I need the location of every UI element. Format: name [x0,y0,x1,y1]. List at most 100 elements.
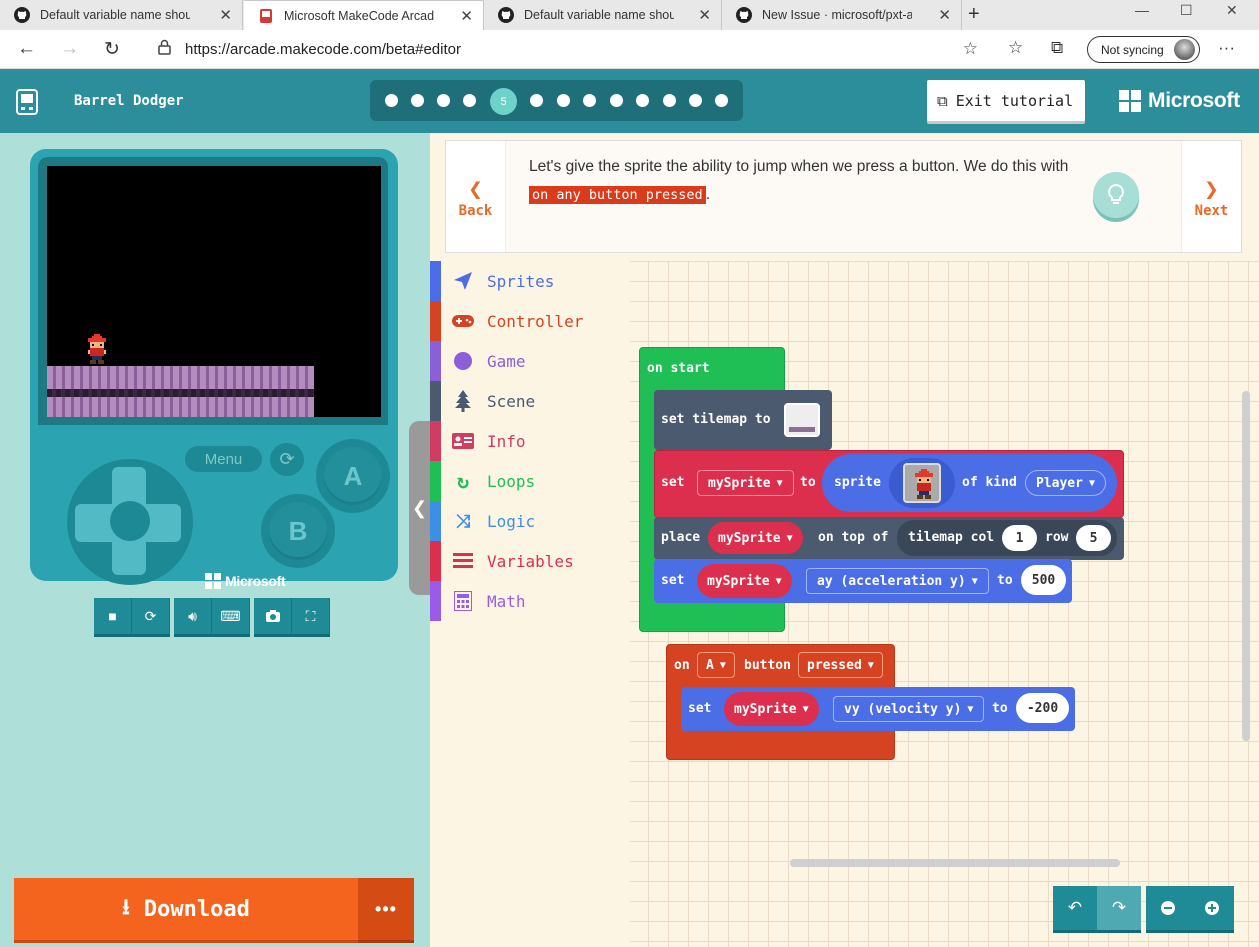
favorites-icon[interactable]: ☆ [1008,38,1023,58]
horizontal-scrollbar[interactable] [790,859,1120,867]
keyboard-icon[interactable]: ⌨ [212,598,250,634]
step-dot[interactable] [663,94,676,107]
a-button[interactable]: A [316,439,390,513]
variable-dropdown[interactable]: mySprite ▼ [697,470,794,496]
vy-value-field[interactable]: -200 [1016,693,1069,723]
property-dropdown[interactable]: vy (velocity y) ▼ [833,696,985,722]
step-dot[interactable] [610,94,623,107]
fullscreen-icon[interactable]: ⛶ [292,598,330,634]
favorite-star-icon[interactable]: ☆ [963,39,978,59]
browser-tab-4[interactable]: New Issue · microsoft/pxt-arcade ✕ [722,0,962,30]
property-dropdown[interactable]: ay (acceleration y) ▼ [806,568,989,594]
undo-icon[interactable]: ↶ [1053,886,1097,930]
browser-tab-1[interactable]: Default variable name should sh ✕ [0,0,243,30]
kind-dropdown[interactable]: Player ▼ [1025,470,1106,496]
blocks-workspace[interactable]: on start set tilemap to set mySprite ▼ to… [630,261,1259,947]
step-dot[interactable] [715,94,728,107]
close-tab-icon[interactable]: ✕ [698,6,711,24]
tilemap-thumbnail[interactable] [784,403,820,437]
toolbox-category-controller[interactable]: Controller [430,301,630,341]
step-dot[interactable] [583,94,596,107]
close-window-icon[interactable]: ✕ [1226,2,1238,19]
vy-value: -200 [1026,700,1059,716]
vertical-scrollbar[interactable] [1242,391,1250,741]
variable-reporter[interactable]: mySprite ▼ [697,564,792,598]
step-dot[interactable] [463,94,476,107]
toolbox-category-variables[interactable]: Variables [430,541,630,581]
col-value-field[interactable]: 1 [1002,525,1037,551]
row-value-field[interactable]: 5 [1076,525,1111,551]
stop-icon[interactable]: ■ [94,598,132,634]
microsoft-logo[interactable]: Microsoft [1119,89,1240,113]
zoom-out-icon[interactable] [1146,886,1190,930]
lightbulb-icon[interactable] [1093,172,1139,218]
browser-tab-2[interactable]: Microsoft MakeCode Arcade ✕ [244,0,484,30]
close-tab-icon[interactable]: ✕ [219,6,232,24]
category-label: Loops [487,471,536,491]
b-button[interactable]: B [261,494,335,568]
step-dot[interactable] [385,94,398,107]
close-tab-icon[interactable]: ✕ [938,6,951,24]
exit-tutorial-button[interactable]: ⧉ Exit tutorial [927,80,1085,121]
more-menu-icon[interactable]: ··· [1218,38,1235,58]
collapse-simulator-button[interactable]: ❮ [409,421,430,595]
next-label: Next [1194,202,1229,219]
reset-icon[interactable]: ⟳ [270,443,304,476]
step-dot[interactable] [636,94,649,107]
zoom-in-icon[interactable] [1190,886,1234,930]
to-label: to [997,573,1013,588]
forward-arrow-icon[interactable]: → [60,38,79,60]
variable-reporter[interactable]: mySprite ▼ [708,522,803,554]
redo-icon[interactable]: ↷ [1097,886,1141,930]
property-name: vy (velocity y) [844,701,962,717]
tree-icon [452,390,474,412]
list-icon [452,553,474,569]
profile-sync-button[interactable]: Not syncing [1087,36,1200,63]
toolbox-category-scene[interactable]: Scene [430,381,630,421]
tutorial-back-button[interactable]: ❮ Back [446,141,506,252]
current-step-dot[interactable]: 5 [490,88,517,115]
minimize-icon[interactable]: — [1135,2,1149,18]
sound-icon[interactable]: 🔊︎ [174,598,212,634]
step-dot[interactable] [437,94,450,107]
browser-tab-3[interactable]: Default variable name should sh ✕ [484,0,722,30]
toolbox-category-game[interactable]: Game [430,341,630,381]
screenshot-icon[interactable] [254,598,292,634]
button-key-dropdown[interactable]: A ▼ [697,652,735,678]
variable-name: mySprite [718,530,781,546]
variable-reporter[interactable]: mySprite ▼ [724,692,819,726]
url-field[interactable]: https://arcade.makecode.com/beta#editor … [142,34,988,64]
button-label: button [744,658,791,673]
more-download-options-button[interactable]: ••• [358,878,414,940]
toolbox-category-math[interactable]: Math [430,581,630,621]
avatar [1174,39,1195,60]
microsoft-grid-icon [205,573,221,589]
game-screen[interactable] [47,166,381,417]
refresh-icon[interactable]: ↻ [104,38,120,61]
menu-button[interactable]: Menu [185,446,262,472]
toolbox-category-loops[interactable]: ↻ Loops [430,461,630,501]
dpad-center [110,501,150,541]
step-dot[interactable] [411,94,424,107]
arcade-logo-icon[interactable] [16,89,38,115]
step-dot[interactable] [689,94,702,107]
step-dot[interactable] [530,94,543,107]
kind-value: Player [1036,475,1083,491]
step-dot[interactable] [557,94,570,107]
tutorial-next-button[interactable]: ❯ Next [1181,141,1241,252]
close-tab-icon[interactable]: ✕ [460,7,473,25]
maximize-icon[interactable]: ☐ [1180,2,1193,19]
restart-icon[interactable]: ⟳ [132,598,170,634]
new-tab-button[interactable]: + [968,3,980,26]
toolbox-category-info[interactable]: Info [430,421,630,461]
download-button[interactable]: ⭳ Download [14,878,358,940]
event-dropdown[interactable]: pressed ▼ [798,652,883,678]
ground-stripe [47,389,314,397]
ay-value-field[interactable]: 500 [1021,565,1066,595]
collections-icon[interactable]: ⧉ [1051,38,1063,58]
toolbox-category-logic[interactable]: ⤨ Logic [430,501,630,541]
sprite-image-slot[interactable] [889,458,955,508]
back-arrow-icon[interactable]: ← [17,38,36,60]
toolbox-category-sprites[interactable]: Sprites [430,261,630,301]
shuffle-icon: ⤨ [455,510,471,532]
